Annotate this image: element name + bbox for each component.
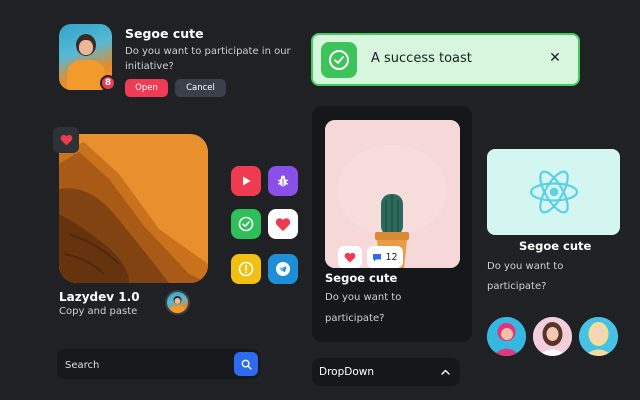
like-button[interactable] (338, 246, 362, 268)
success-toast: A success toast ✕ (311, 33, 580, 86)
open-button[interactable]: Open (125, 79, 168, 97)
play-icon[interactable] (231, 166, 261, 196)
search-bar (57, 349, 260, 379)
card-subtitle: Copy and paste (59, 306, 138, 317)
bug-icon[interactable] (268, 166, 298, 196)
product-text: Do you want to participate? (325, 292, 402, 324)
avatar (531, 315, 574, 358)
notification-message: Do you want to participate in our initia… (125, 46, 291, 72)
dropdown[interactable]: DropDown (312, 358, 460, 386)
check-circle-icon (321, 42, 357, 78)
close-icon[interactable]: ✕ (545, 48, 565, 68)
avatar (165, 290, 190, 315)
heart-icon (344, 252, 356, 262)
heart-icon[interactable] (268, 209, 298, 239)
react-card-title: Segoe cute (519, 239, 592, 253)
react-icon (529, 170, 578, 214)
avatar (577, 315, 620, 358)
toast-message: A success toast (371, 51, 472, 66)
heart-icon (60, 134, 72, 146)
dune-image (59, 134, 208, 283)
react-card-text: Do you want to participate? (487, 261, 564, 292)
avatar (485, 315, 528, 358)
comment-count-value: 12 (385, 251, 398, 263)
dropdown-label: DropDown (319, 366, 375, 378)
check-icon[interactable] (231, 209, 261, 239)
notification-badge: 8 (100, 75, 116, 91)
product-title: Segoe cute (325, 271, 398, 285)
telegram-icon[interactable] (268, 254, 298, 284)
favorite-button[interactable] (53, 127, 79, 153)
search-icon (241, 359, 252, 370)
search-input[interactable] (65, 357, 225, 373)
chat-icon (373, 253, 382, 261)
react-card (487, 149, 620, 235)
comment-count[interactable]: 12 (367, 246, 403, 268)
search-button[interactable] (234, 352, 258, 376)
chevron-up-icon (441, 369, 450, 375)
notification-title: Segoe cute (125, 26, 204, 41)
cancel-button[interactable]: Cancel (175, 79, 226, 97)
alert-icon[interactable] (231, 254, 261, 284)
card-title: Lazydev 1.0 (59, 290, 140, 304)
